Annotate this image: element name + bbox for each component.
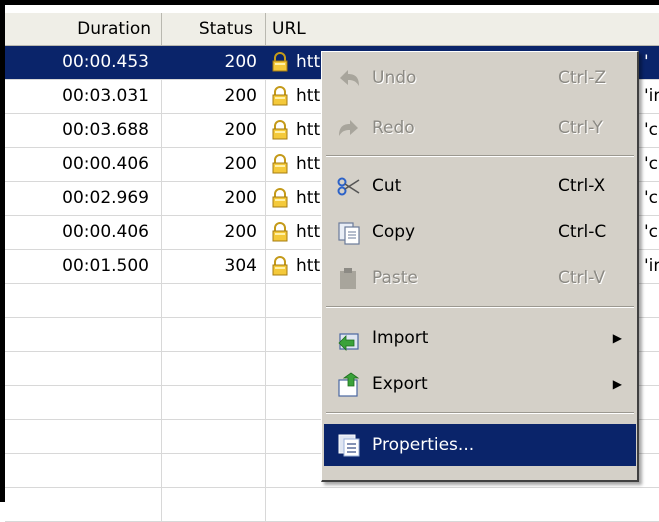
menu-item-label: Paste [372,268,418,288]
lock-icon [272,188,288,208]
url-overflow-text: 'in [644,86,659,106]
url-text: htt [296,120,321,140]
menu-shortcut: Ctrl-X [558,176,606,196]
menu-item-cut[interactable]: Cut Ctrl-X [324,166,636,206]
scissors-icon [337,177,360,196]
duration-cell: 00:00.453 [5,46,162,79]
url-overflow-text: 'in [644,256,659,276]
menu-item-label: Copy [372,222,416,242]
menu-shortcut: Ctrl-Y [558,118,603,138]
duration-cell: 00:00.406 [5,148,162,181]
empty-row [5,488,659,522]
menu-item-copy[interactable]: Copy Ctrl-C [324,212,636,252]
menu-item-label: Export [372,374,428,394]
menu-item-label: Properties... [372,435,475,455]
empty-cell [5,488,162,521]
column-header-duration[interactable]: Duration [5,13,162,45]
undo-icon [340,70,359,86]
http-log-window: Duration Status URL 00:00.453 200 htt ' 00:… [0,0,659,522]
empty-cell [162,318,266,351]
empty-cell [5,284,162,317]
column-header-status[interactable]: Status [162,13,266,45]
status-cell: 200 [162,148,266,181]
menu-item-label: Redo [372,118,415,138]
url-overflow-text: ' [644,52,649,72]
empty-cell [5,454,162,487]
duration-cell: 00:03.688 [5,114,162,147]
empty-cell [5,420,162,453]
url-text: htt [296,86,321,106]
menu-shortcut: Ctrl-Z [558,68,607,88]
menu-shortcut: Ctrl-C [558,222,607,242]
url-text: htt [296,256,321,276]
status-cell: 200 [162,80,266,113]
duration-cell: 00:02.969 [5,182,162,215]
status-cell: 200 [162,114,266,147]
menu-item-label: Cut [372,176,402,196]
empty-cell [5,352,162,385]
url-overflow-text: 'c [644,188,659,208]
menu-separator [326,155,634,157]
url-overflow-text: 'c [644,154,659,174]
context-menu: Undo Ctrl-Z Redo Ctrl-Y Cut Ctrl-X Copy … [321,51,639,482]
menu-item-properties[interactable]: Properties... [324,424,636,466]
lock-icon [272,256,288,276]
url-overflow-text: 'c [644,222,659,242]
empty-cell [162,386,266,419]
lock-icon [272,52,288,72]
properties-icon [338,434,360,457]
empty-cell [5,318,162,351]
lock-icon [272,86,288,106]
menu-shortcut: Ctrl-V [558,268,606,288]
column-header-url[interactable]: URL [266,13,659,45]
menu-item-label: Import [372,328,429,348]
empty-cell [162,284,266,317]
status-cell: 200 [162,216,266,249]
import-icon [338,333,359,351]
submenu-arrow-icon: ▶ [612,331,622,345]
menu-item-import[interactable]: Import ▶ [324,318,636,358]
copy-icon [338,222,360,245]
menu-item-export[interactable]: Export ▶ [324,364,636,404]
url-text: htt [296,222,321,242]
duration-cell: 00:00.406 [5,216,162,249]
url-text: htt [296,52,321,72]
duration-cell: 00:01.500 [5,250,162,283]
export-icon [338,372,360,397]
url-overflow-text: 'c [644,120,659,140]
menu-item-paste[interactable]: Paste Ctrl-V [324,258,636,298]
status-cell: 200 [162,46,266,79]
duration-cell: 00:03.031 [5,80,162,113]
submenu-arrow-icon: ▶ [612,377,622,391]
lock-icon [272,120,288,140]
menu-item-undo[interactable]: Undo Ctrl-Z [324,58,636,98]
status-cell: 200 [162,182,266,215]
menu-item-redo[interactable]: Redo Ctrl-Y [324,108,636,148]
redo-icon [339,120,358,136]
lock-icon [272,222,288,242]
menu-separator [326,412,634,414]
empty-cell [162,352,266,385]
url-text: htt [296,188,321,208]
empty-cell [5,386,162,419]
lock-icon [272,154,288,174]
menu-item-label: Undo [372,68,417,88]
empty-cell [162,454,266,487]
table-header: Duration Status URL [5,13,659,46]
empty-cell [162,420,266,453]
url-text: htt [296,154,321,174]
empty-cell [162,488,266,521]
menu-separator [326,306,634,308]
status-cell: 304 [162,250,266,283]
paste-icon [340,268,356,289]
